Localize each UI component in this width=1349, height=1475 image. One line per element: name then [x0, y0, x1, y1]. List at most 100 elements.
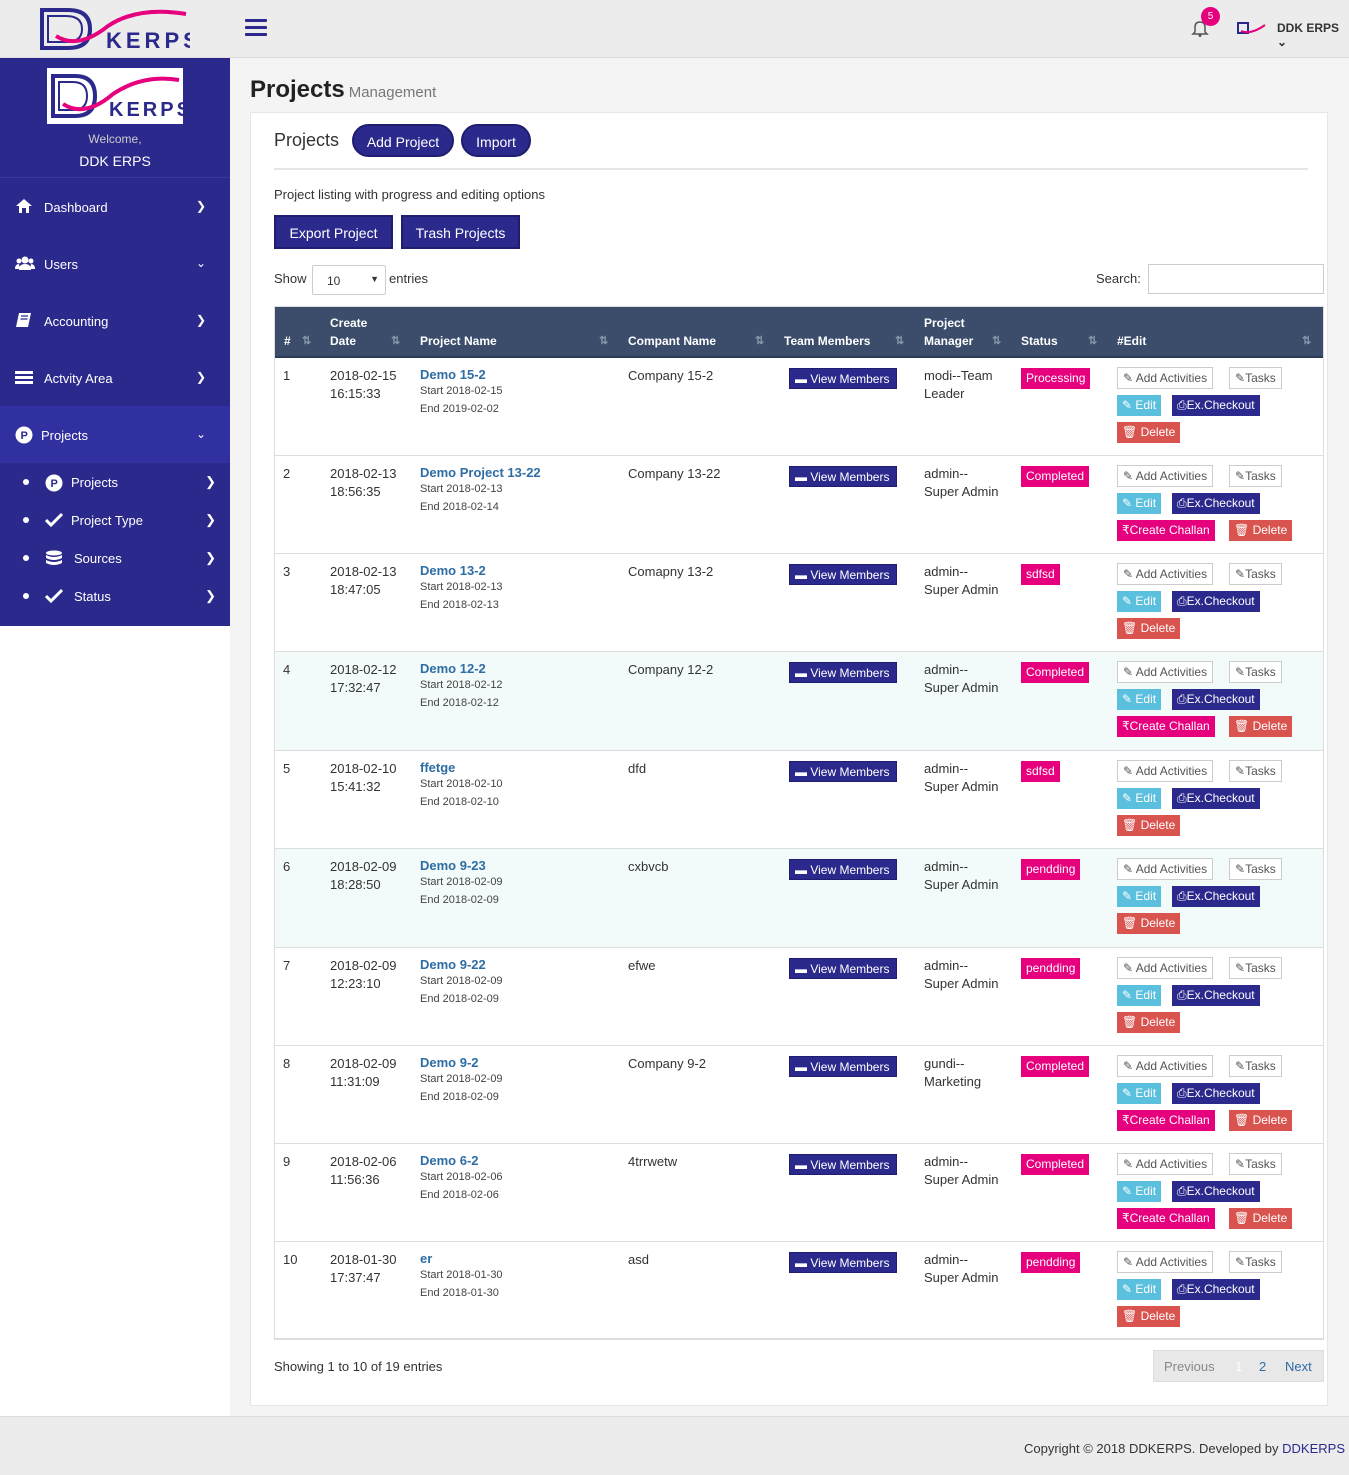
entries-select[interactable]: 10 ▼: [312, 265, 386, 295]
add-activities-button[interactable]: ✎ Add Activities: [1117, 957, 1214, 979]
search-input[interactable]: [1148, 264, 1324, 294]
delete-button[interactable]: 🗑 Delete: [1117, 618, 1181, 639]
delete-button[interactable]: 🗑 Delete: [1229, 520, 1293, 541]
project-name-link[interactable]: ffetge: [420, 760, 455, 775]
brand-logo[interactable]: KERPS: [38, 6, 198, 53]
project-name-link[interactable]: er: [420, 1251, 432, 1266]
view-members-button[interactable]: ▬ View Members: [789, 1154, 897, 1175]
add-activities-button[interactable]: ✎ Add Activities: [1117, 367, 1214, 389]
add-activities-button[interactable]: ✎ Add Activities: [1117, 1251, 1214, 1273]
ex-checkout-button[interactable]: ⎙Ex.Checkout: [1172, 985, 1260, 1006]
edit-button[interactable]: ✎ Edit: [1117, 1181, 1162, 1202]
project-name-link[interactable]: Demo 6-2: [420, 1153, 479, 1168]
tasks-button[interactable]: ✎Tasks: [1229, 367, 1282, 389]
import-button[interactable]: Import: [461, 124, 531, 157]
view-members-button[interactable]: ▬ View Members: [789, 859, 897, 880]
delete-button[interactable]: 🗑 Delete: [1229, 716, 1293, 737]
delete-button[interactable]: 🗑 Delete: [1117, 1306, 1181, 1327]
sort-icon[interactable]: ⇅: [1302, 332, 1311, 350]
project-name-link[interactable]: Demo 9-22: [420, 957, 486, 972]
ex-checkout-button[interactable]: ⎙Ex.Checkout: [1172, 493, 1260, 514]
view-members-button[interactable]: ▬ View Members: [789, 761, 897, 782]
tasks-button[interactable]: ✎Tasks: [1229, 1153, 1282, 1175]
tasks-button[interactable]: ✎Tasks: [1229, 858, 1282, 880]
create-challan-button[interactable]: ₹Create Challan: [1117, 1208, 1215, 1229]
create-challan-button[interactable]: ₹Create Challan: [1117, 716, 1215, 737]
sort-icon[interactable]: ⇅: [391, 332, 400, 350]
add-activities-button[interactable]: ✎ Add Activities: [1117, 1055, 1214, 1077]
add-activities-button[interactable]: ✎ Add Activities: [1117, 1153, 1214, 1175]
tasks-button[interactable]: ✎Tasks: [1229, 661, 1282, 683]
sidebar-item-accounting[interactable]: Accounting ❯: [0, 292, 230, 349]
ex-checkout-button[interactable]: ⎙Ex.Checkout: [1172, 1279, 1260, 1300]
sidebar-item-users[interactable]: Users ⌄: [0, 235, 230, 292]
view-members-button[interactable]: ▬ View Members: [789, 662, 897, 683]
edit-button[interactable]: ✎ Edit: [1117, 1279, 1162, 1300]
delete-button[interactable]: 🗑 Delete: [1117, 1012, 1181, 1033]
col-manager[interactable]: Project Manager: [924, 314, 973, 350]
view-members-button[interactable]: ▬ View Members: [789, 958, 897, 979]
sidebar-subitem-status[interactable]: Status ❯: [0, 577, 230, 615]
export-project-button[interactable]: Export Project: [274, 215, 393, 249]
col-num[interactable]: #: [284, 332, 291, 350]
footer-link[interactable]: DDKERPS: [1282, 1441, 1345, 1456]
user-avatar[interactable]: [1237, 21, 1267, 35]
view-members-button[interactable]: ▬ View Members: [789, 1056, 897, 1077]
project-name-link[interactable]: Demo 9-2: [420, 1055, 479, 1070]
project-name-link[interactable]: Demo 9-23: [420, 858, 486, 873]
view-members-button[interactable]: ▬ View Members: [789, 564, 897, 585]
ex-checkout-button[interactable]: ⎙Ex.Checkout: [1172, 1083, 1260, 1104]
project-name-link[interactable]: Demo 13-2: [420, 563, 486, 578]
edit-button[interactable]: ✎ Edit: [1117, 788, 1162, 809]
col-team[interactable]: Team Members: [784, 332, 870, 350]
trash-projects-button[interactable]: Trash Projects: [401, 215, 520, 249]
sort-icon[interactable]: ⇅: [755, 332, 764, 350]
tasks-button[interactable]: ✎Tasks: [1229, 563, 1282, 585]
create-challan-button[interactable]: ₹Create Challan: [1117, 520, 1215, 541]
sort-icon[interactable]: ⇅: [599, 332, 608, 350]
sidebar-item-projects[interactable]: P Projects ⌄: [0, 406, 230, 463]
sidebar-item-dashboard[interactable]: Dashboard ❯: [0, 178, 230, 235]
col-project-name[interactable]: Project Name: [420, 332, 497, 350]
sort-icon[interactable]: ⇅: [992, 332, 1001, 350]
project-name-link[interactable]: Demo Project 13-22: [420, 465, 541, 480]
edit-button[interactable]: ✎ Edit: [1117, 886, 1162, 907]
project-name-link[interactable]: Demo 12-2: [420, 661, 486, 676]
delete-button[interactable]: 🗑 Delete: [1117, 422, 1181, 443]
sidebar-subitem-projects[interactable]: P Projects ❯: [0, 463, 230, 501]
delete-button[interactable]: 🗑 Delete: [1229, 1208, 1293, 1229]
ex-checkout-button[interactable]: ⎙Ex.Checkout: [1172, 788, 1260, 809]
delete-button[interactable]: 🗑 Delete: [1229, 1110, 1293, 1131]
menu-toggle-icon[interactable]: [245, 19, 267, 37]
col-edit[interactable]: #Edit: [1117, 332, 1146, 350]
col-status[interactable]: Status: [1021, 332, 1058, 350]
user-menu[interactable]: DDK ERPS ⌄: [1277, 21, 1349, 49]
ex-checkout-button[interactable]: ⎙Ex.Checkout: [1172, 1181, 1260, 1202]
sort-icon[interactable]: ⇅: [1088, 332, 1097, 350]
sort-asc-icon[interactable]: ⇅: [302, 332, 311, 350]
view-members-button[interactable]: ▬ View Members: [789, 368, 897, 389]
add-activities-button[interactable]: ✎ Add Activities: [1117, 858, 1214, 880]
ex-checkout-button[interactable]: ⎙Ex.Checkout: [1172, 395, 1260, 416]
create-challan-button[interactable]: ₹Create Challan: [1117, 1110, 1215, 1131]
sidebar-subitem-sources[interactable]: Sources ❯: [0, 539, 230, 577]
edit-button[interactable]: ✎ Edit: [1117, 395, 1162, 416]
edit-button[interactable]: ✎ Edit: [1117, 591, 1162, 612]
tasks-button[interactable]: ✎Tasks: [1229, 957, 1282, 979]
add-activities-button[interactable]: ✎ Add Activities: [1117, 465, 1214, 487]
delete-button[interactable]: 🗑 Delete: [1117, 815, 1181, 836]
edit-button[interactable]: ✎ Edit: [1117, 493, 1162, 514]
delete-button[interactable]: 🗑 Delete: [1117, 913, 1181, 934]
prev-button[interactable]: Previous: [1164, 1359, 1215, 1374]
add-project-button[interactable]: Add Project: [352, 124, 454, 157]
sidebar-subitem-project-type[interactable]: Project Type ❯: [0, 501, 230, 539]
add-activities-button[interactable]: ✎ Add Activities: [1117, 563, 1214, 585]
project-name-link[interactable]: Demo 15-2: [420, 367, 486, 382]
edit-button[interactable]: ✎ Edit: [1117, 689, 1162, 710]
tasks-button[interactable]: ✎Tasks: [1229, 465, 1282, 487]
page-2[interactable]: 2: [1259, 1359, 1266, 1374]
sort-icon[interactable]: ⇅: [895, 332, 904, 350]
tasks-button[interactable]: ✎Tasks: [1229, 760, 1282, 782]
page-1[interactable]: 1: [1235, 1359, 1242, 1374]
add-activities-button[interactable]: ✎ Add Activities: [1117, 661, 1214, 683]
